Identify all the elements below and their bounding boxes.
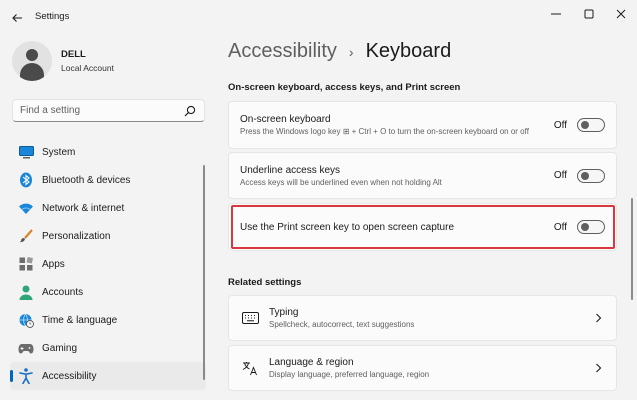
toggle-state-label: Off <box>553 119 567 131</box>
underline-access-keys-toggle[interactable] <box>577 168 605 183</box>
maximize-icon <box>584 9 594 19</box>
breadcrumb: Accessibility › Keyboard <box>228 40 451 63</box>
sidebar-item-gaming[interactable]: Gaming <box>10 334 206 362</box>
sidebar-item-system[interactable]: System <box>10 138 206 166</box>
close-button[interactable] <box>608 4 634 24</box>
sidebar-item-accessibility[interactable]: Accessibility <box>10 362 206 390</box>
sidebar-item-apps[interactable]: Apps <box>10 250 206 278</box>
window-title: Settings <box>35 11 70 22</box>
apps-icon <box>18 256 34 272</box>
sidebar-item-label: Bluetooth & devices <box>42 174 131 186</box>
related-card-language-region[interactable]: Language & region Display language, pref… <box>228 345 617 391</box>
toggle-state-label: Off <box>553 221 567 233</box>
main-scrollbar[interactable] <box>631 198 633 300</box>
page-title: Keyboard <box>365 40 452 62</box>
sidebar-nav: System Bluetooth & devices Network & int… <box>10 138 206 390</box>
sidebar-item-label: Network & internet <box>42 202 125 214</box>
minimize-button[interactable] <box>543 4 569 24</box>
sidebar-item-label: Accounts <box>42 286 84 298</box>
close-icon <box>616 9 626 19</box>
title-bar: Settings <box>0 0 637 34</box>
sidebar-scrollbar[interactable] <box>203 165 205 380</box>
accessibility-icon <box>18 368 34 384</box>
wifi-icon <box>18 200 34 216</box>
setting-title: On-screen keyboard <box>240 114 331 125</box>
setting-card-underline-access-keys: Underline access keys Access keys will b… <box>228 152 617 199</box>
chevron-right-icon <box>595 313 616 323</box>
controller-icon <box>18 340 34 356</box>
profile-name: DELL <box>61 49 86 60</box>
chevron-right-icon <box>595 363 616 373</box>
sidebar-item-label: System <box>42 146 76 158</box>
brush-icon <box>18 228 34 244</box>
related-card-typing[interactable]: Typing Spellcheck, autocorrect, text sug… <box>228 295 617 341</box>
search-placeholder: Find a setting <box>20 105 81 116</box>
search-input[interactable]: Find a setting <box>12 99 205 122</box>
related-title: Language & region <box>269 357 354 368</box>
sidebar-item-accounts[interactable]: Accounts <box>10 278 206 306</box>
setting-title: Underline access keys <box>240 164 341 176</box>
sidebar-item-label: Gaming <box>42 342 78 354</box>
maximize-button[interactable] <box>576 4 602 24</box>
sidebar-item-network[interactable]: Network & internet <box>10 194 206 222</box>
toggle-state-label: Off <box>553 170 567 181</box>
globe-clock-icon <box>18 312 34 328</box>
breadcrumb-parent[interactable]: Accessibility <box>228 40 337 63</box>
on-screen-keyboard-toggle[interactable] <box>577 118 605 132</box>
avatar <box>12 41 52 81</box>
back-arrow-icon <box>12 14 22 22</box>
back-button[interactable] <box>8 9 26 27</box>
related-title: Typing <box>269 307 299 318</box>
section-title-osk: On-screen keyboard, access keys, and Pri… <box>228 82 461 93</box>
bluetooth-icon <box>18 172 34 188</box>
minimize-icon <box>551 13 561 15</box>
sidebar-item-bluetooth[interactable]: Bluetooth & devices <box>10 166 206 194</box>
language-icon <box>240 358 260 378</box>
sidebar-item-label: Time & language <box>42 314 118 326</box>
system-icon <box>18 144 34 160</box>
sidebar-item-label: Accessibility <box>42 370 97 382</box>
sidebar-item-time-language[interactable]: Time & language <box>10 306 206 334</box>
breadcrumb-separator: › <box>348 43 354 60</box>
setting-card-print-screen: Use the Print screen key to open screen … <box>228 203 617 251</box>
setting-card-on-screen-keyboard: On-screen keyboard Press the Windows log… <box>228 101 617 149</box>
setting-title: Use the Print screen key to open screen … <box>240 221 455 233</box>
print-screen-toggle[interactable] <box>577 220 605 234</box>
section-title-related: Related settings <box>228 277 302 288</box>
sidebar-item-label: Apps <box>42 258 65 270</box>
related-description: Spellcheck, autocorrect, text suggestion… <box>269 320 415 329</box>
setting-description: Press the Windows logo key ⊞ + Ctrl + O … <box>240 127 529 136</box>
person-icon <box>18 284 34 300</box>
profile-account-type: Local Account <box>61 63 114 73</box>
related-description: Display language, preferred language, re… <box>269 370 430 379</box>
setting-description: Access keys will be underlined even when… <box>240 177 442 187</box>
sidebar-item-label: Personalization <box>42 230 111 242</box>
user-profile[interactable]: DELL Local Account <box>12 41 114 81</box>
search-icon <box>183 104 197 118</box>
sidebar-item-personalization[interactable]: Personalization <box>10 222 206 250</box>
keyboard-icon <box>240 308 260 328</box>
